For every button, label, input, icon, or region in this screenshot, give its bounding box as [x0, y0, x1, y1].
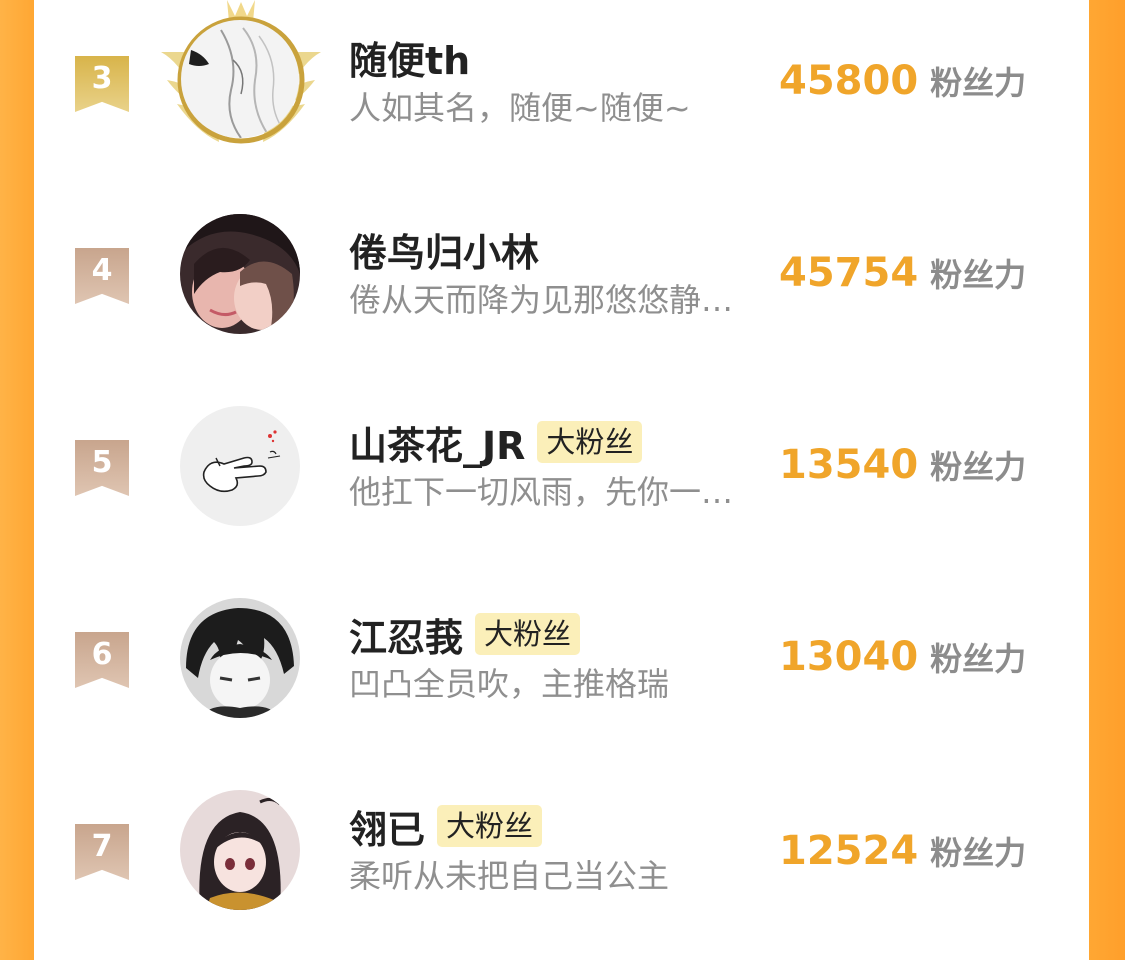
- avatar[interactable]: [181, 20, 299, 138]
- fans-label: 粉丝力: [930, 256, 1027, 294]
- fans-number: 13540: [779, 442, 919, 488]
- rank-badge: 3: [75, 56, 129, 112]
- user-name[interactable]: 倦鸟归小林: [349, 222, 539, 277]
- fans-number: 12524: [779, 828, 919, 874]
- big-fan-badge: 大粉丝: [537, 421, 643, 463]
- fans-label: 粉丝力: [930, 834, 1027, 872]
- leaderboard-row[interactable]: 3 随便th 人如其名，随便~随便~ 45800 粉丝力: [34, 0, 1089, 192]
- fans-score: 13540 粉丝力: [779, 441, 1026, 489]
- rank-number: 5: [91, 445, 113, 480]
- leaderboard-panel: 3 随便th 人如其名，随便~随便~ 45800 粉丝力 4 倦鸟归小林 倦从天…: [34, 0, 1089, 910]
- user-name[interactable]: 随便th: [349, 30, 470, 85]
- avatar[interactable]: [180, 790, 300, 910]
- anime-couple-avatar-icon: [180, 214, 300, 334]
- name-line: 倦鸟归小林: [349, 225, 539, 275]
- sketch-avatar-icon: [181, 20, 299, 138]
- anime-girl-avatar-icon: [180, 790, 300, 910]
- user-name[interactable]: 翎已: [349, 799, 425, 854]
- leaderboard-row[interactable]: 7 翎已 大粉丝 柔听从未把自己当公主 12524 粉丝力: [34, 768, 1089, 960]
- name-line: 江忍莪 大粉丝: [349, 610, 581, 660]
- fans-score: 45754 粉丝力: [779, 249, 1026, 297]
- fans-label: 粉丝力: [930, 448, 1027, 486]
- anime-boy-avatar-icon: [180, 598, 300, 718]
- avatar[interactable]: [180, 406, 300, 526]
- leaderboard-row[interactable]: 5 山茶花_JR 大粉丝 他扛下一切风雨，先你一… 13540 粉丝力: [34, 384, 1089, 576]
- big-fan-badge: 大粉丝: [475, 613, 581, 655]
- rank-badge: 7: [75, 824, 129, 880]
- user-bio: 他扛下一切风雨，先你一…: [349, 473, 734, 511]
- fans-number: 13040: [779, 634, 919, 680]
- rank-badge: 5: [75, 440, 129, 496]
- user-bio: 倦从天而降为见那悠悠静…: [349, 281, 734, 319]
- rank-number: 6: [91, 637, 113, 672]
- name-line: 随便th: [349, 33, 470, 83]
- name-line: 翎已 大粉丝: [349, 802, 543, 852]
- fans-score: 13040 粉丝力: [779, 633, 1026, 681]
- rank-number: 4: [91, 253, 113, 288]
- rank-number: 3: [91, 61, 113, 96]
- fans-score: 45800 粉丝力: [779, 57, 1026, 105]
- hand-sketch-avatar-icon: [180, 406, 300, 526]
- user-bio: 柔听从未把自己当公主: [349, 857, 670, 895]
- fans-score: 12524 粉丝力: [779, 827, 1026, 875]
- fans-number: 45754: [779, 250, 919, 296]
- rank-badge: 6: [75, 632, 129, 688]
- fans-number: 45800: [779, 58, 919, 104]
- rank-number: 7: [91, 829, 113, 864]
- leaderboard-row[interactable]: 4 倦鸟归小林 倦从天而降为见那悠悠静… 45754 粉丝力: [34, 192, 1089, 384]
- avatar[interactable]: [180, 598, 300, 718]
- user-name[interactable]: 江忍莪: [349, 607, 463, 662]
- user-bio: 凹凸全员吹，主推格瑞: [349, 665, 670, 703]
- fans-label: 粉丝力: [930, 640, 1027, 678]
- fans-label: 粉丝力: [930, 64, 1027, 102]
- leaderboard-row[interactable]: 6 江忍莪 大粉丝 凹凸全员吹，主推格瑞 13040 粉丝力: [34, 576, 1089, 768]
- big-fan-badge: 大粉丝: [437, 805, 543, 847]
- avatar[interactable]: [180, 214, 300, 334]
- user-name[interactable]: 山茶花_JR: [349, 415, 525, 470]
- rank-badge: 4: [75, 248, 129, 304]
- user-bio: 人如其名，随便~随便~: [349, 89, 691, 127]
- name-line: 山茶花_JR 大粉丝: [349, 418, 643, 468]
